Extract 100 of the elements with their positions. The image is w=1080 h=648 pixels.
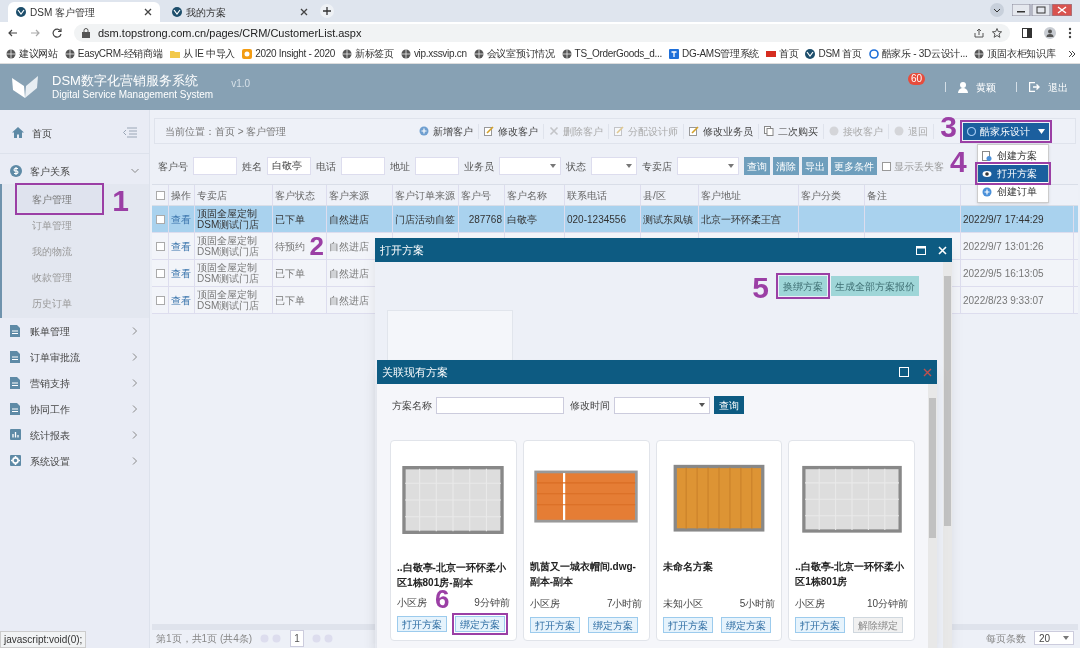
bookmark[interactable]: 会议室预订情况 (473, 46, 555, 61)
sidebar-item[interactable]: 账单管理 (0, 318, 149, 344)
address-bar[interactable]: dsm.topstrong.com.cn/pages/CRM/CustomerList.aspx (74, 24, 1010, 42)
input-field[interactable] (193, 157, 237, 175)
checkbox[interactable] (155, 190, 165, 200)
back-icon[interactable] (8, 28, 18, 38)
input-field[interactable] (415, 157, 459, 175)
bookmark[interactable]: 顶固衣柜知识库 (974, 46, 1056, 61)
card-button[interactable]: 打开方案 (795, 617, 846, 633)
sidebar-icon[interactable] (1022, 28, 1032, 38)
star-icon[interactable] (992, 28, 1002, 38)
bookmark[interactable]: 首页 (766, 46, 799, 61)
profile-icon[interactable] (1044, 27, 1056, 39)
bookmark[interactable]: 建议网站 (6, 46, 58, 61)
view-link[interactable]: 查看 (171, 267, 191, 279)
globe-icon (473, 48, 484, 59)
edit-icon (614, 126, 625, 136)
close-icon[interactable] (300, 8, 308, 16)
toolbar-button[interactable]: 修改客户 (479, 123, 545, 139)
checkbox[interactable] (155, 295, 165, 305)
caret-icon (1038, 128, 1045, 134)
forward-icon[interactable] (30, 28, 40, 38)
home-icon (12, 127, 24, 139)
plan-card[interactable]: 未命名方案 未知小区 5小时前 打开方案 绑定方案 (655, 440, 783, 641)
column-header: 客户来源 (327, 185, 393, 205)
sidebar-item[interactable]: 营销支持 (0, 370, 149, 396)
scrollbar[interactable] (928, 384, 937, 648)
bookmark[interactable]: DSM 首页 (805, 46, 862, 61)
select-field[interactable] (591, 157, 637, 175)
select-field[interactable] (499, 157, 561, 175)
page-number[interactable]: 1 (290, 629, 304, 647)
bookmark[interactable]: 2020 Insight - 2020 (242, 46, 336, 61)
reload-icon[interactable] (52, 28, 62, 38)
input-field[interactable] (436, 396, 564, 414)
more-bookmarks-icon[interactable] (1068, 49, 1076, 58)
menu-item[interactable]: 打开方案 (978, 165, 1048, 182)
bookmark[interactable]: 新标签页 (342, 46, 394, 61)
checkbox[interactable] (882, 161, 891, 171)
document-icon (10, 403, 22, 415)
view-link[interactable]: 查看 (171, 240, 191, 252)
sidebar-item[interactable]: 统计报表 (0, 422, 149, 448)
chevron-down-icon[interactable] (990, 3, 1004, 17)
card-button[interactable]: 打开方案 (397, 616, 447, 632)
input-field[interactable]: 白敬亭 (267, 157, 311, 175)
collapse-menu-icon[interactable] (123, 127, 137, 139)
dialog-button[interactable]: 换绑方案 (779, 276, 827, 296)
sidebar-item[interactable]: 首页 (0, 122, 149, 144)
close-icon[interactable] (144, 8, 152, 16)
input-field[interactable] (341, 157, 385, 175)
checkbox[interactable] (155, 241, 165, 251)
maximize-icon[interactable] (916, 245, 926, 255)
card-button[interactable]: 绑定方案 (720, 617, 771, 633)
share-icon[interactable] (974, 28, 984, 38)
browser-tab[interactable]: 我的方案 (164, 2, 316, 22)
table-cell: 287768 (468, 213, 502, 225)
bookmark[interactable]: 酷家乐 - 3D云设计... (868, 46, 968, 61)
new-tab-icon[interactable] (320, 4, 334, 18)
bookmark[interactable]: 从 IE 中导入 (169, 46, 236, 61)
menu-icon[interactable] (1068, 27, 1072, 39)
sidebar-subitem[interactable]: 客户管理 (18, 186, 101, 212)
menu-item[interactable]: 创建订单 (978, 183, 1048, 200)
toolbar-button[interactable]: 修改业务员 (684, 123, 760, 139)
checkbox[interactable] (155, 268, 165, 278)
sidebar-item[interactable]: 订单审批流 (0, 344, 149, 370)
edit-icon (689, 126, 700, 136)
card-button[interactable]: 打开方案 (662, 617, 713, 633)
select-field[interactable] (677, 157, 739, 175)
card-button[interactable]: 绑定方案 (587, 617, 638, 633)
annotation-number: 2 (309, 234, 324, 258)
scrollbar[interactable] (943, 262, 952, 648)
search-label: 修改时间 (570, 398, 610, 413)
menu-item[interactable]: 创建方案 (978, 147, 1048, 164)
dialog-button[interactable]: 生成全部方案报价 (831, 276, 919, 296)
card-button[interactable]: 绑定方案 (455, 616, 505, 632)
sidebar-item[interactable]: 系统设置 (0, 448, 149, 474)
table-cell: 自然进店 (329, 213, 369, 225)
plan-card[interactable]: ..白敬亭-北京一环怀柔小区1栋801房-副本 小区房 6 9分钟前 打开方案 绑定方案 (390, 440, 517, 641)
sidebar-item[interactable]: 协同工作 (0, 396, 149, 422)
sidebar-item[interactable]: 客户关系 (0, 158, 149, 184)
window-controls-icon[interactable] (1012, 4, 1072, 16)
bookmark[interactable]: EasyCRM-经销商端 (64, 46, 163, 61)
checkbox[interactable] (155, 214, 165, 224)
toolbar-button[interactable]: 二次购买 (759, 123, 825, 139)
tab-title: 我的方案 (186, 5, 227, 20)
browser-tab[interactable]: DSM 客户管理 (8, 2, 160, 22)
select-field[interactable] (614, 396, 710, 414)
table-cell: 白敬亭 (507, 213, 537, 225)
bookmark[interactable]: vip.xssvip.cn (400, 46, 467, 61)
bookmark[interactable]: TS_OrderGoods_d... (561, 46, 663, 61)
design-dropdown-button[interactable]: 酷家乐设计 (963, 122, 1049, 140)
maximize-icon[interactable] (899, 367, 909, 377)
search-button[interactable]: 查询 (714, 396, 744, 414)
plan-card[interactable]: ..白敬亭-北京一环怀柔小区1栋801房 小区房 10分钟前 打开方案 解除绑定 (788, 440, 915, 641)
page-size-select[interactable]: 20 (1034, 631, 1074, 645)
annotation-number: 1 (112, 186, 129, 216)
plan-card[interactable]: 凯茵又一城衣帽间.dwg-副本-副本 小区房 7小时前 打开方案 绑定方案 (522, 440, 650, 641)
card-button[interactable]: 打开方案 (529, 617, 580, 633)
view-link[interactable]: 查看 (171, 294, 191, 306)
toolbar-button[interactable]: 新增客户 (414, 123, 480, 139)
bookmark[interactable]: DG-AMS管理系统 (669, 46, 760, 61)
